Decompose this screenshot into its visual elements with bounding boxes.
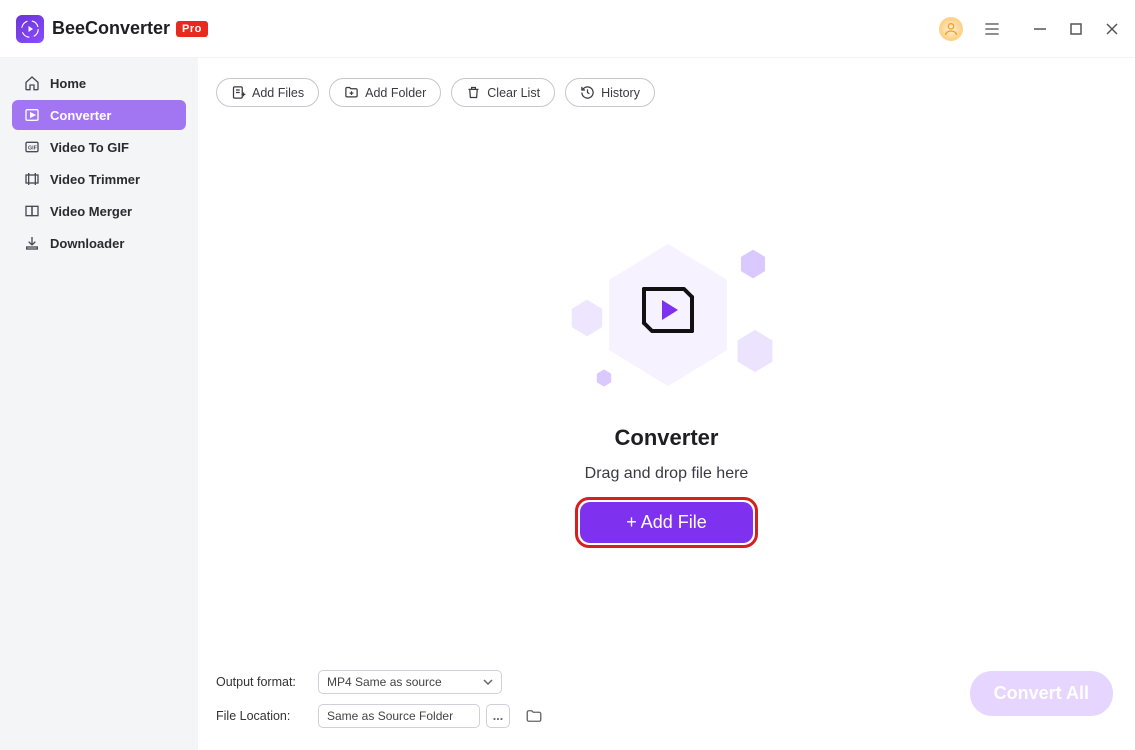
- window-maximize-button[interactable]: [1067, 20, 1085, 38]
- output-format-value: MP4 Same as source: [327, 675, 442, 689]
- window-close-button[interactable]: [1103, 20, 1121, 38]
- add-folder-icon: [344, 85, 359, 100]
- converter-hero-icon: [636, 275, 700, 345]
- output-format-label: Output format:: [216, 675, 304, 689]
- add-file-button[interactable]: + Add File: [580, 502, 753, 543]
- sidebar-item-label: Video Merger: [50, 204, 132, 219]
- history-label: History: [601, 86, 640, 100]
- user-icon: [943, 21, 959, 37]
- add-files-button[interactable]: Add Files: [216, 78, 319, 107]
- clear-list-label: Clear List: [487, 86, 540, 100]
- folder-icon: [525, 707, 543, 725]
- sidebar-item-label: Converter: [50, 108, 111, 123]
- sidebar-item-label: Downloader: [50, 236, 124, 251]
- trash-icon: [466, 85, 481, 100]
- stage-title: Converter: [615, 425, 719, 451]
- minimize-icon: [1033, 22, 1047, 36]
- open-folder-button[interactable]: [524, 706, 544, 726]
- history-icon: [580, 85, 595, 100]
- converter-icon: [24, 107, 40, 123]
- sidebar-item-downloader[interactable]: Downloader: [12, 228, 186, 258]
- user-account-button[interactable]: [939, 17, 963, 41]
- pro-badge: Pro: [176, 21, 208, 37]
- close-icon: [1105, 22, 1119, 36]
- sidebar-item-video-to-gif[interactable]: GIF Video To GIF: [12, 132, 186, 162]
- merger-icon: [24, 203, 40, 219]
- sidebar: Home Converter GIF Video To GIF Video Tr…: [0, 58, 198, 750]
- play-logo-icon: [21, 20, 39, 38]
- convert-all-button[interactable]: Convert All: [970, 671, 1113, 716]
- drop-zone-stage: Converter Drag and drop file here + Add …: [198, 119, 1135, 670]
- hamburger-icon: [982, 19, 1002, 39]
- add-folder-label: Add Folder: [365, 86, 426, 100]
- gif-icon: GIF: [24, 139, 40, 155]
- sidebar-item-video-merger[interactable]: Video Merger: [12, 196, 186, 226]
- toolbar: Add Files Add Folder Clear List History: [198, 58, 1135, 119]
- file-location-label: File Location:: [216, 709, 304, 723]
- file-location-value: Same as Source Folder: [318, 704, 480, 728]
- bottom-bar: Output format: MP4 Same as source File L…: [198, 670, 1135, 750]
- hero-graphic: [552, 241, 782, 411]
- download-icon: [24, 235, 40, 251]
- chevron-down-icon: [483, 677, 493, 687]
- app-title: BeeConverter: [52, 18, 170, 39]
- maximize-icon: [1070, 23, 1082, 35]
- window-minimize-button[interactable]: [1031, 20, 1049, 38]
- trimmer-icon: [24, 171, 40, 187]
- app-logo: [16, 15, 44, 43]
- sidebar-item-converter[interactable]: Converter: [12, 100, 186, 130]
- history-button[interactable]: History: [565, 78, 655, 107]
- menu-button[interactable]: [981, 18, 1003, 40]
- add-files-label: Add Files: [252, 86, 304, 100]
- home-icon: [24, 75, 40, 91]
- title-bar: BeeConverter Pro: [0, 0, 1135, 58]
- sidebar-item-label: Video Trimmer: [50, 172, 140, 187]
- stage-subtitle: Drag and drop file here: [585, 465, 749, 483]
- sidebar-item-home[interactable]: Home: [12, 68, 186, 98]
- sidebar-item-label: Home: [50, 76, 86, 91]
- add-folder-button[interactable]: Add Folder: [329, 78, 441, 107]
- sidebar-item-video-trimmer[interactable]: Video Trimmer: [12, 164, 186, 194]
- clear-list-button[interactable]: Clear List: [451, 78, 555, 107]
- browse-location-button[interactable]: ...: [486, 704, 510, 728]
- output-format-select[interactable]: MP4 Same as source: [318, 670, 502, 694]
- add-file-highlight: + Add File: [575, 497, 758, 548]
- add-files-icon: [231, 85, 246, 100]
- svg-text:GIF: GIF: [28, 146, 38, 152]
- sidebar-item-label: Video To GIF: [50, 140, 129, 155]
